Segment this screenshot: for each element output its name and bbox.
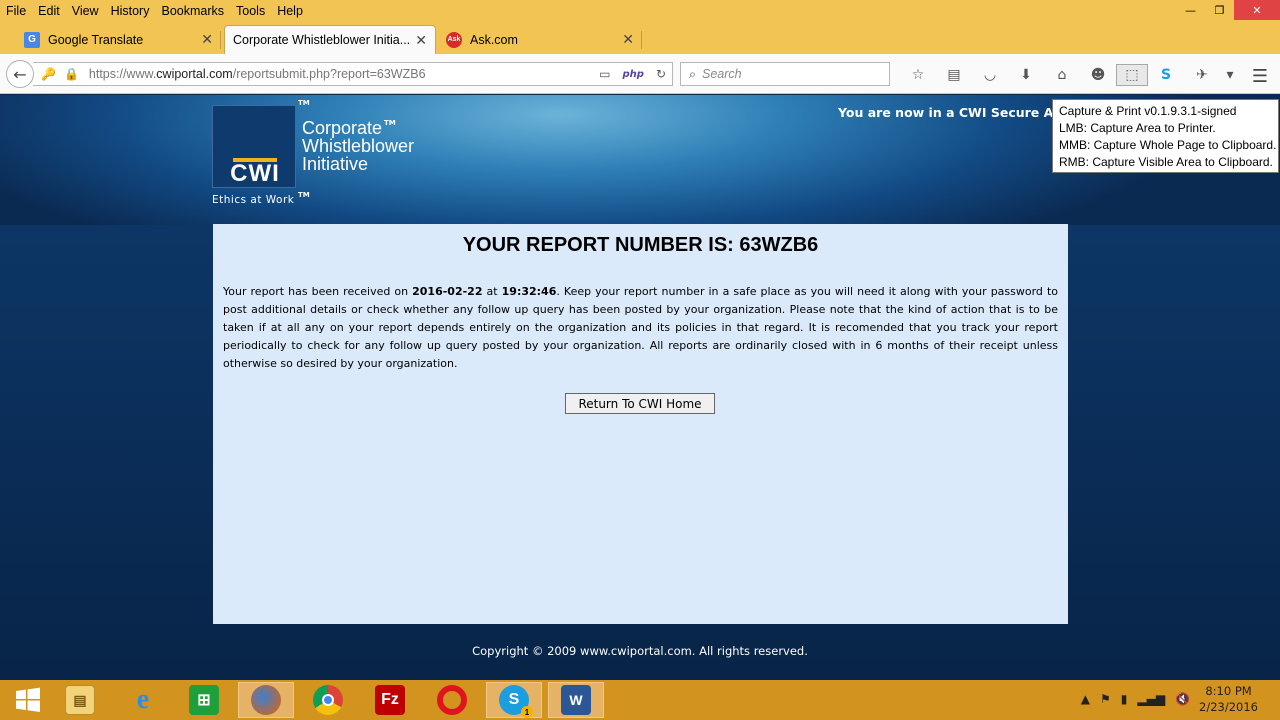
overflow-chevron-icon[interactable]: ▾ [1220, 64, 1240, 86]
report-panel: YOUR REPORT NUMBER IS: 63WZB6 Your repor… [213, 224, 1068, 624]
copyright: Copyright © 2009 www.cwiportal.com. All … [472, 644, 808, 658]
internet-explorer-icon[interactable]: e [115, 682, 171, 718]
firefox-icon[interactable] [238, 682, 294, 718]
store-icon[interactable]: ⊞ [176, 682, 232, 718]
menu-history[interactable]: History [105, 4, 156, 18]
word-icon[interactable]: W [548, 682, 604, 718]
trademark: TM [298, 99, 310, 107]
clock-date: 2/23/2016 [1199, 700, 1258, 714]
home-icon[interactable]: ⌂ [1044, 64, 1080, 86]
skype-badge: 1 [521, 706, 533, 718]
opera-icon[interactable] [424, 682, 480, 718]
extension-icon[interactable]: ✈ [1184, 64, 1220, 86]
php-badge[interactable]: php [623, 69, 644, 80]
tab-label: Corporate Whistleblower Initia... [233, 33, 411, 47]
search-field[interactable]: ⌕ Search [680, 62, 890, 86]
reader-view-icon[interactable]: ▭ [599, 67, 610, 81]
menu-help[interactable]: Help [271, 4, 309, 18]
tab-label: Ask.com [470, 32, 518, 47]
clock-time: 8:10 PM [1205, 684, 1252, 698]
search-placeholder: Search [702, 67, 742, 81]
web-page: CWI TM Corporate Whistleblower Initiativ… [0, 95, 1280, 680]
menu-bar: File Edit View History Bookmarks Tools H… [0, 0, 1280, 22]
filezilla-icon[interactable]: Fz [362, 682, 418, 718]
skype-taskbar-icon[interactable]: S1 [486, 682, 542, 718]
window-controls: — ❐ ✕ [1176, 0, 1280, 20]
back-button[interactable]: ← [6, 60, 34, 88]
tooltip-line: MMB: Capture Whole Page to Clipboard. [1059, 138, 1277, 152]
close-tab-icon[interactable]: ✕ [201, 31, 213, 48]
clock[interactable]: 8:10 PM 2/23/2016 [1199, 683, 1258, 715]
close-tab-icon[interactable]: ✕ [415, 32, 427, 49]
minimize-button[interactable]: — [1176, 0, 1205, 20]
battery-icon[interactable]: ▮ [1121, 692, 1128, 706]
tab-label: Google Translate [48, 32, 144, 47]
pocket-icon[interactable]: ◡ [972, 64, 1008, 86]
logo-abbr: CWI [230, 160, 280, 187]
received-date: 2016-02-22 [412, 285, 483, 298]
restore-button[interactable]: ❐ [1205, 0, 1234, 20]
nav-bar: 🔑 🔒 https://www.cwiportal.com/reportsubm… [0, 54, 1280, 94]
tab-ask[interactable]: Ask Ask.com ✕ [438, 25, 642, 54]
search-icon: ⌕ [689, 66, 697, 81]
tooltip-line: RMB: Capture Visible Area to Clipboard. [1059, 155, 1273, 169]
menu-hamburger-icon[interactable]: ☰ [1252, 66, 1268, 87]
secure-notice: You are now in a CWI Secure Ar [838, 105, 1060, 120]
ask-icon: Ask [446, 31, 462, 48]
system-tray: ▲ ⚑ ▮ ▂▄▆ 🔇 [1081, 692, 1190, 706]
capture-print-icon[interactable]: ⬚ [1116, 64, 1148, 86]
skype-icon[interactable]: S [1148, 64, 1184, 86]
windows-start-icon[interactable] [0, 682, 56, 718]
tagline: Ethics at Work [212, 194, 295, 206]
volume-muted-icon[interactable]: 🔇 [1175, 692, 1190, 706]
cwi-logo[interactable]: CWI [212, 105, 296, 188]
show-hidden-icons[interactable]: ▲ [1081, 692, 1090, 706]
action-center-icon[interactable]: ⚑ [1100, 692, 1111, 706]
received-time: 19:32:46 [501, 285, 557, 298]
chrome-icon[interactable] [300, 682, 356, 718]
url-text[interactable]: https://www.cwiportal.com/reportsubmit.p… [89, 67, 426, 81]
downloads-icon[interactable]: ⬇ [1008, 64, 1044, 86]
bookmarks-list-icon[interactable]: ▤ [936, 64, 972, 86]
close-window-button[interactable]: ✕ [1234, 0, 1280, 20]
trademark: TM [298, 191, 310, 199]
logo-line2: Whistleblower [302, 136, 415, 156]
report-heading: YOUR REPORT NUMBER IS: 63WZB6 [462, 234, 819, 256]
taskbar: ▤ e ⊞ Fz S1 W ▲ ⚑ ▮ ▂▄▆ 🔇 8:10 PM 2/23/2… [0, 680, 1280, 720]
menu-bookmarks[interactable]: Bookmarks [155, 4, 230, 18]
key-icon[interactable]: 🔑 [41, 67, 56, 81]
address-bar[interactable]: 🔑 🔒 https://www.cwiportal.com/reportsubm… [33, 62, 673, 86]
bookmark-star-icon[interactable]: ☆ [900, 64, 936, 86]
menu-tools[interactable]: Tools [230, 4, 271, 18]
close-tab-icon[interactable]: ✕ [622, 31, 634, 48]
logo-line1: Corporate [302, 118, 383, 138]
chat-icon[interactable]: ☻ [1080, 64, 1116, 86]
toolbar: ☆ ▤ ◡ ⬇ ⌂ ☻ ⬚ S ✈ ▾ [900, 64, 1240, 86]
menu-edit[interactable]: Edit [32, 4, 66, 18]
lock-icon[interactable]: 🔒 [64, 67, 79, 81]
capture-print-tooltip: Capture & Print v0.1.9.3.1-signed LMB: C… [1052, 99, 1279, 173]
network-icon[interactable]: ▂▄▆ [1137, 692, 1165, 706]
logo-name: Corporate Whistleblower Initiative [302, 119, 414, 173]
report-message: Your report has been received on 2016-02… [223, 285, 1059, 370]
tooltip-line: Capture & Print v0.1.9.3.1-signed [1059, 104, 1237, 118]
tab-cwi[interactable]: Corporate Whistleblower Initia... ✕ [224, 25, 436, 54]
trademark: TM [384, 119, 396, 127]
reload-icon[interactable]: ↻ [656, 67, 666, 81]
tab-bar: G Google Translate ✕ Corporate Whistlebl… [0, 22, 1280, 73]
google-translate-icon: G [24, 31, 40, 48]
tab-google-translate[interactable]: G Google Translate ✕ [16, 25, 221, 54]
tooltip-line: LMB: Capture Area to Printer. [1059, 121, 1216, 135]
menu-view[interactable]: View [66, 4, 105, 18]
return-home-button[interactable]: Return To CWI Home [565, 393, 715, 414]
logo-line3: Initiative [302, 154, 369, 174]
file-explorer-icon[interactable]: ▤ [52, 682, 108, 718]
menu-file[interactable]: File [0, 4, 32, 18]
